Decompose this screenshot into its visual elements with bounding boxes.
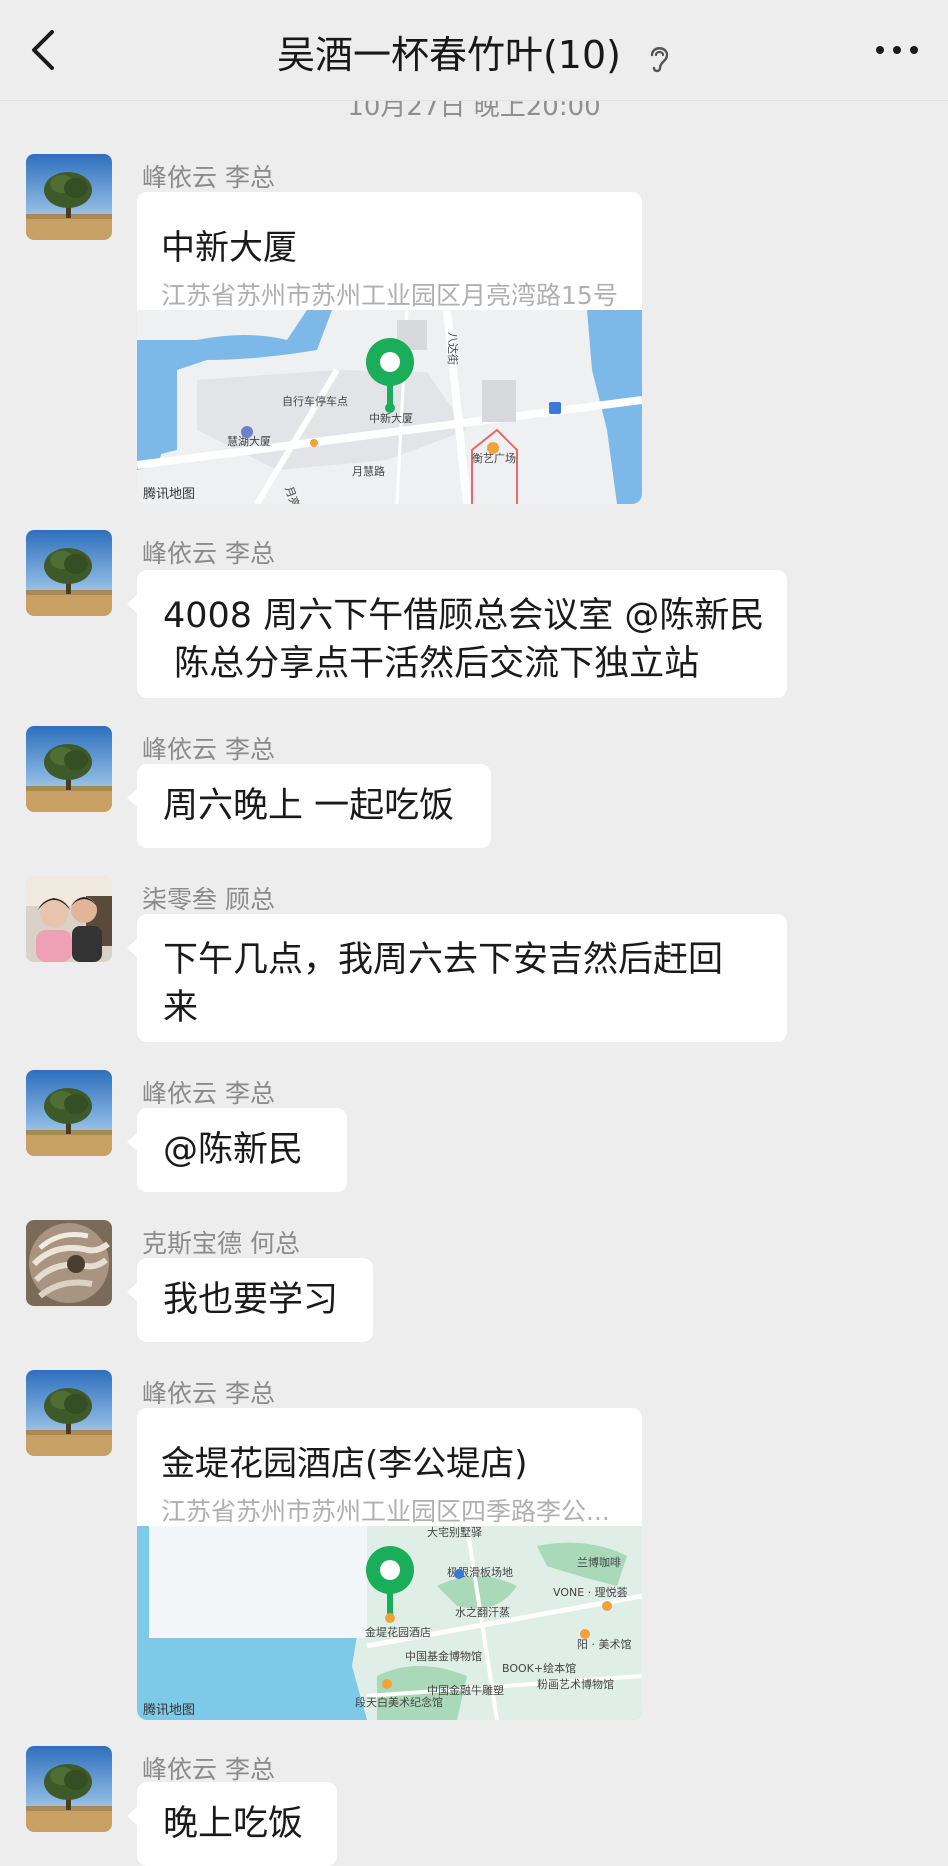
map-label: 粉画艺术博物馆 (537, 1677, 614, 1691)
map-provider-logo: 腾讯地图 (143, 1702, 195, 1718)
message-text-line: 晚上吃饭 (163, 1804, 304, 1844)
sender-name: 峰依云 李总 (142, 539, 275, 568)
sender-name: 克斯宝德 何总 (142, 1229, 300, 1258)
map-label: 中国金融牛雕塑 (427, 1683, 504, 1697)
avatar[interactable] (26, 1370, 112, 1456)
sender-name: 峰依云 李总 (142, 735, 275, 764)
sender-name: 柒零叁 顾总 (142, 885, 275, 914)
sender-name: 峰依云 李总 (142, 1755, 275, 1784)
message-text-line: 我也要学习 (163, 1280, 339, 1320)
location-title: 中新大厦 (161, 228, 297, 268)
message-bubble[interactable]: 周六晚上 一起吃饭 (127, 764, 491, 848)
avatar[interactable] (26, 1746, 112, 1832)
message-text-line: @陈新民 (163, 1130, 304, 1170)
message-text-line: 来 (163, 988, 199, 1028)
message-text-line: 4008 周六下午借顾总会议室 @陈新民 (163, 596, 765, 636)
message-bubble[interactable]: 下午几点，我周六去下安吉然后赶回 来 (127, 914, 787, 1042)
avatar[interactable] (26, 1070, 112, 1156)
sender-name: 峰依云 李总 (142, 1379, 275, 1408)
location-map: 大宅别墅驿 兰博咖啡 极限滑板场地 VONE · 理悦荟 水之翻汗蒸 金堤花园酒… (137, 1526, 642, 1720)
chat-header: 吴酒一杯春竹叶(10) (0, 0, 948, 101)
sender-name: 峰依云 李总 (142, 163, 275, 192)
location-title: 金堤花园酒店(李公堤店) (161, 1444, 528, 1484)
chat-title: 吴酒一杯春竹叶(10) (276, 33, 621, 77)
avatar[interactable] (26, 530, 112, 616)
map-label: 八达街 (446, 332, 460, 365)
map-label: 月慧路 (352, 464, 385, 478)
avatar[interactable] (26, 1220, 112, 1306)
avatar[interactable] (26, 876, 112, 962)
map-label: 大宅别墅驿 (427, 1526, 482, 1539)
location-map: 自行车停车点 中新大厦 慧湖大厦 衡艺广场 月慧路 月亮湾 八达街 腾讯地图 (137, 310, 642, 504)
map-label: 阳 · 美术馆 (577, 1637, 632, 1651)
message-bubble[interactable]: @陈新民 (127, 1108, 347, 1192)
message-bubble[interactable]: 晚上吃饭 (127, 1782, 337, 1866)
map-label: 中新大厦 (369, 411, 413, 425)
message-bubble[interactable]: 4008 周六下午借顾总会议室 @陈新民 陈总分享点干活然后交流下独立站 (127, 570, 787, 698)
chat-title-row: 吴酒一杯春竹叶(10) (0, 24, 948, 79)
map-label: 水之翻汗蒸 (455, 1605, 510, 1619)
map-label: 兰博咖啡 (577, 1555, 621, 1569)
map-provider-logo: 腾讯地图 (143, 486, 195, 502)
map-label: 中国基金博物馆 (405, 1649, 482, 1663)
sender-name: 峰依云 李总 (142, 1079, 275, 1108)
message-bubble[interactable]: 我也要学习 (127, 1258, 373, 1342)
location-address: 江苏省苏州市苏州工业园区四季路李公... (161, 1497, 610, 1526)
message-text-line: 陈总分享点干活然后交流下独立站 (163, 644, 700, 684)
location-address: 江苏省苏州市苏州工业园区月亮湾路15号 (161, 281, 618, 310)
avatar[interactable] (26, 726, 112, 812)
map-label: 段天白美术纪念馆 (355, 1695, 443, 1709)
avatar[interactable] (26, 154, 112, 240)
map-label: BOOK+绘本馆 (502, 1661, 576, 1675)
message-text-line: 周六晚上 一起吃饭 (163, 786, 455, 826)
map-label: VONE · 理悦荟 (553, 1585, 628, 1599)
message-text-line: 下午几点，我周六去下安吉然后赶回 (163, 940, 724, 980)
ear-muted-icon (650, 46, 669, 72)
map-label: 金堤花园酒店 (365, 1625, 431, 1639)
more-options-icon[interactable] (872, 38, 922, 62)
map-label: 自行车停车点 (282, 394, 348, 408)
location-card[interactable]: 中新大厦 江苏省苏州市苏州工业园区月亮湾路15号 自行车停车点 中新大厦 慧湖大… (137, 192, 642, 504)
location-card[interactable]: 金堤花园酒店(李公堤店) 江苏省苏州市苏州工业园区四季路李公... 大宅别墅驿 … (137, 1408, 642, 1720)
